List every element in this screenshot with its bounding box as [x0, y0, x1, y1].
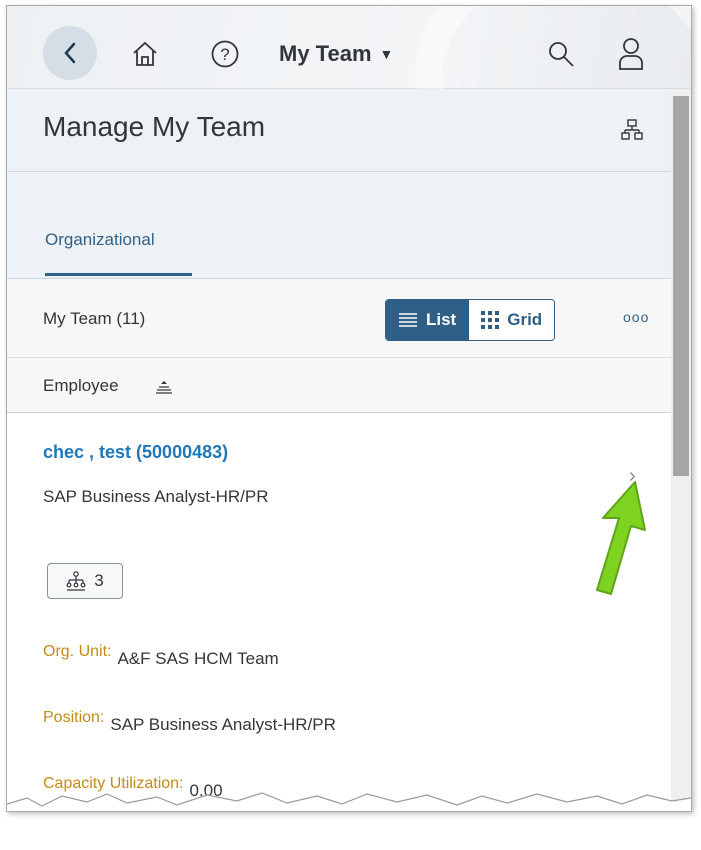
employee-column-label[interactable]: Employee [43, 376, 119, 396]
help-icon: ? [211, 40, 239, 68]
tab-bar: Organizational [7, 172, 671, 279]
list-view-button[interactable]: List [386, 300, 469, 340]
app-title: My Team [279, 41, 372, 66]
list-item[interactable]: chec , test (50000483) SAP Business Anal… [7, 413, 671, 811]
direct-reports-count: 3 [94, 571, 104, 590]
svg-text:?: ? [220, 45, 229, 64]
annotation-arrow-icon [596, 481, 646, 595]
grid-view-label: Grid [507, 310, 543, 329]
search-button[interactable] [543, 36, 579, 72]
scrollbar-thumb[interactable] [673, 96, 689, 476]
caret-down-icon: ▼ [379, 46, 394, 62]
grid-view-button[interactable]: Grid [468, 300, 555, 340]
user-icon [619, 38, 643, 70]
attribute-key: Position: [43, 709, 105, 726]
torn-edge-decoration [7, 792, 691, 811]
home-icon [133, 41, 157, 66]
tab-selected-indicator [45, 273, 192, 276]
attribute-position: Position: SAP Business Analyst-HR/PR [43, 709, 336, 735]
more-options-button[interactable]: ooo [623, 309, 649, 325]
team-count: My Team (11) [43, 309, 146, 328]
direct-reports-button[interactable]: 3 [47, 563, 123, 599]
attribute-value: SAP Business Analyst-HR/PR [110, 715, 336, 734]
chevron-left-icon [64, 42, 76, 64]
column-header: Employee [7, 358, 671, 413]
list-view-label: List [426, 310, 457, 329]
attribute-key: Org. Unit: [43, 643, 112, 660]
shell-bar: ? My Team ▼ [7, 6, 691, 202]
back-button[interactable] [43, 26, 97, 80]
tab-organizational[interactable]: Organizational [45, 230, 155, 250]
list-toolbar: My Team (11) List Grid ooo [7, 279, 671, 358]
grid-icon [481, 311, 500, 329]
hierarchy-icon [66, 571, 86, 591]
user-profile-button[interactable] [613, 34, 649, 74]
app-window: ? My Team ▼ Manage My Team Organizationa… [6, 5, 692, 812]
sort-icon[interactable] [155, 380, 173, 394]
employee-position: SAP Business Analyst-HR/PR [43, 487, 269, 506]
page-title: Manage My Team [43, 111, 266, 142]
attribute-org-unit: Org. Unit: A&F SAS HCM Team [43, 643, 279, 669]
org-chart-icon[interactable] [621, 119, 643, 141]
list-icon [399, 313, 417, 327]
home-button[interactable] [127, 36, 163, 72]
employee-name-link[interactable]: chec , test (50000483) [43, 442, 228, 463]
view-switch: List Grid [385, 299, 556, 341]
page-header: Manage My Team [7, 89, 671, 172]
help-button[interactable]: ? [207, 36, 243, 72]
app-title-menu[interactable]: My Team ▼ [279, 36, 393, 72]
search-icon [549, 42, 574, 67]
attribute-value: A&F SAS HCM Team [117, 649, 279, 668]
